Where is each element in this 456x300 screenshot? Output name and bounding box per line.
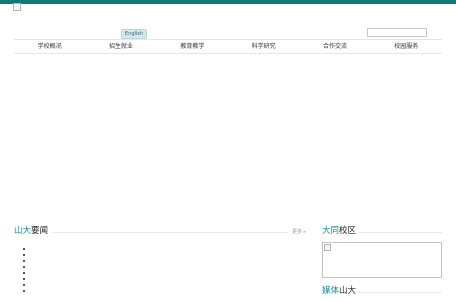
news-more-link[interactable]: 更多 ▸ [292, 228, 306, 235]
campus-divider [358, 232, 442, 233]
site-logo-image[interactable] [13, 3, 21, 11]
nav-item-cooperation-exchange[interactable]: 合作交流 [299, 40, 370, 53]
news-list-item[interactable] [23, 278, 25, 280]
campus-title-rest: 校区 [339, 226, 357, 236]
campus-image-frame[interactable] [322, 242, 442, 278]
english-language-button[interactable]: English [121, 29, 148, 39]
nav-item-campus-services[interactable]: 校园服务 [371, 40, 442, 53]
top-accent-bar [0, 0, 456, 4]
news-list-item[interactable] [23, 290, 25, 292]
campus-title-accent: 大同 [322, 226, 340, 236]
news-list-item[interactable] [23, 260, 25, 262]
news-list-item[interactable] [23, 284, 25, 286]
media-section-title: 媒体 山大 [322, 286, 356, 296]
nav-item-school-overview[interactable]: 学校概况 [14, 40, 85, 53]
nav-item-education-teaching[interactable]: 教育教学 [157, 40, 228, 53]
news-section-title: 山大 要闻 [14, 226, 48, 236]
more-label: 更多 [292, 229, 303, 235]
nav-item-admissions-employment[interactable]: 招生就业 [85, 40, 156, 53]
main-nav: 学校概况 招生就业 教育教学 科学研究 合作交流 校园服务 [14, 39, 442, 54]
nav-item-research[interactable]: 科学研究 [228, 40, 299, 53]
media-divider [358, 292, 442, 293]
media-title-accent: 媒体 [322, 286, 340, 296]
broken-image-icon [324, 244, 331, 251]
search-input[interactable] [367, 28, 427, 37]
news-list-item[interactable] [23, 248, 25, 250]
chevron-right-icon: ▸ [303, 229, 307, 235]
media-title-rest: 山大 [339, 286, 357, 296]
news-list [23, 248, 25, 296]
campus-section-title: 大同 校区 [322, 226, 356, 236]
news-list-item[interactable] [23, 266, 25, 268]
news-divider [52, 232, 288, 233]
news-list-item[interactable] [23, 254, 25, 256]
news-title-accent: 山大 [14, 226, 32, 236]
news-title-rest: 要闻 [31, 226, 49, 236]
news-list-item[interactable] [23, 272, 25, 274]
